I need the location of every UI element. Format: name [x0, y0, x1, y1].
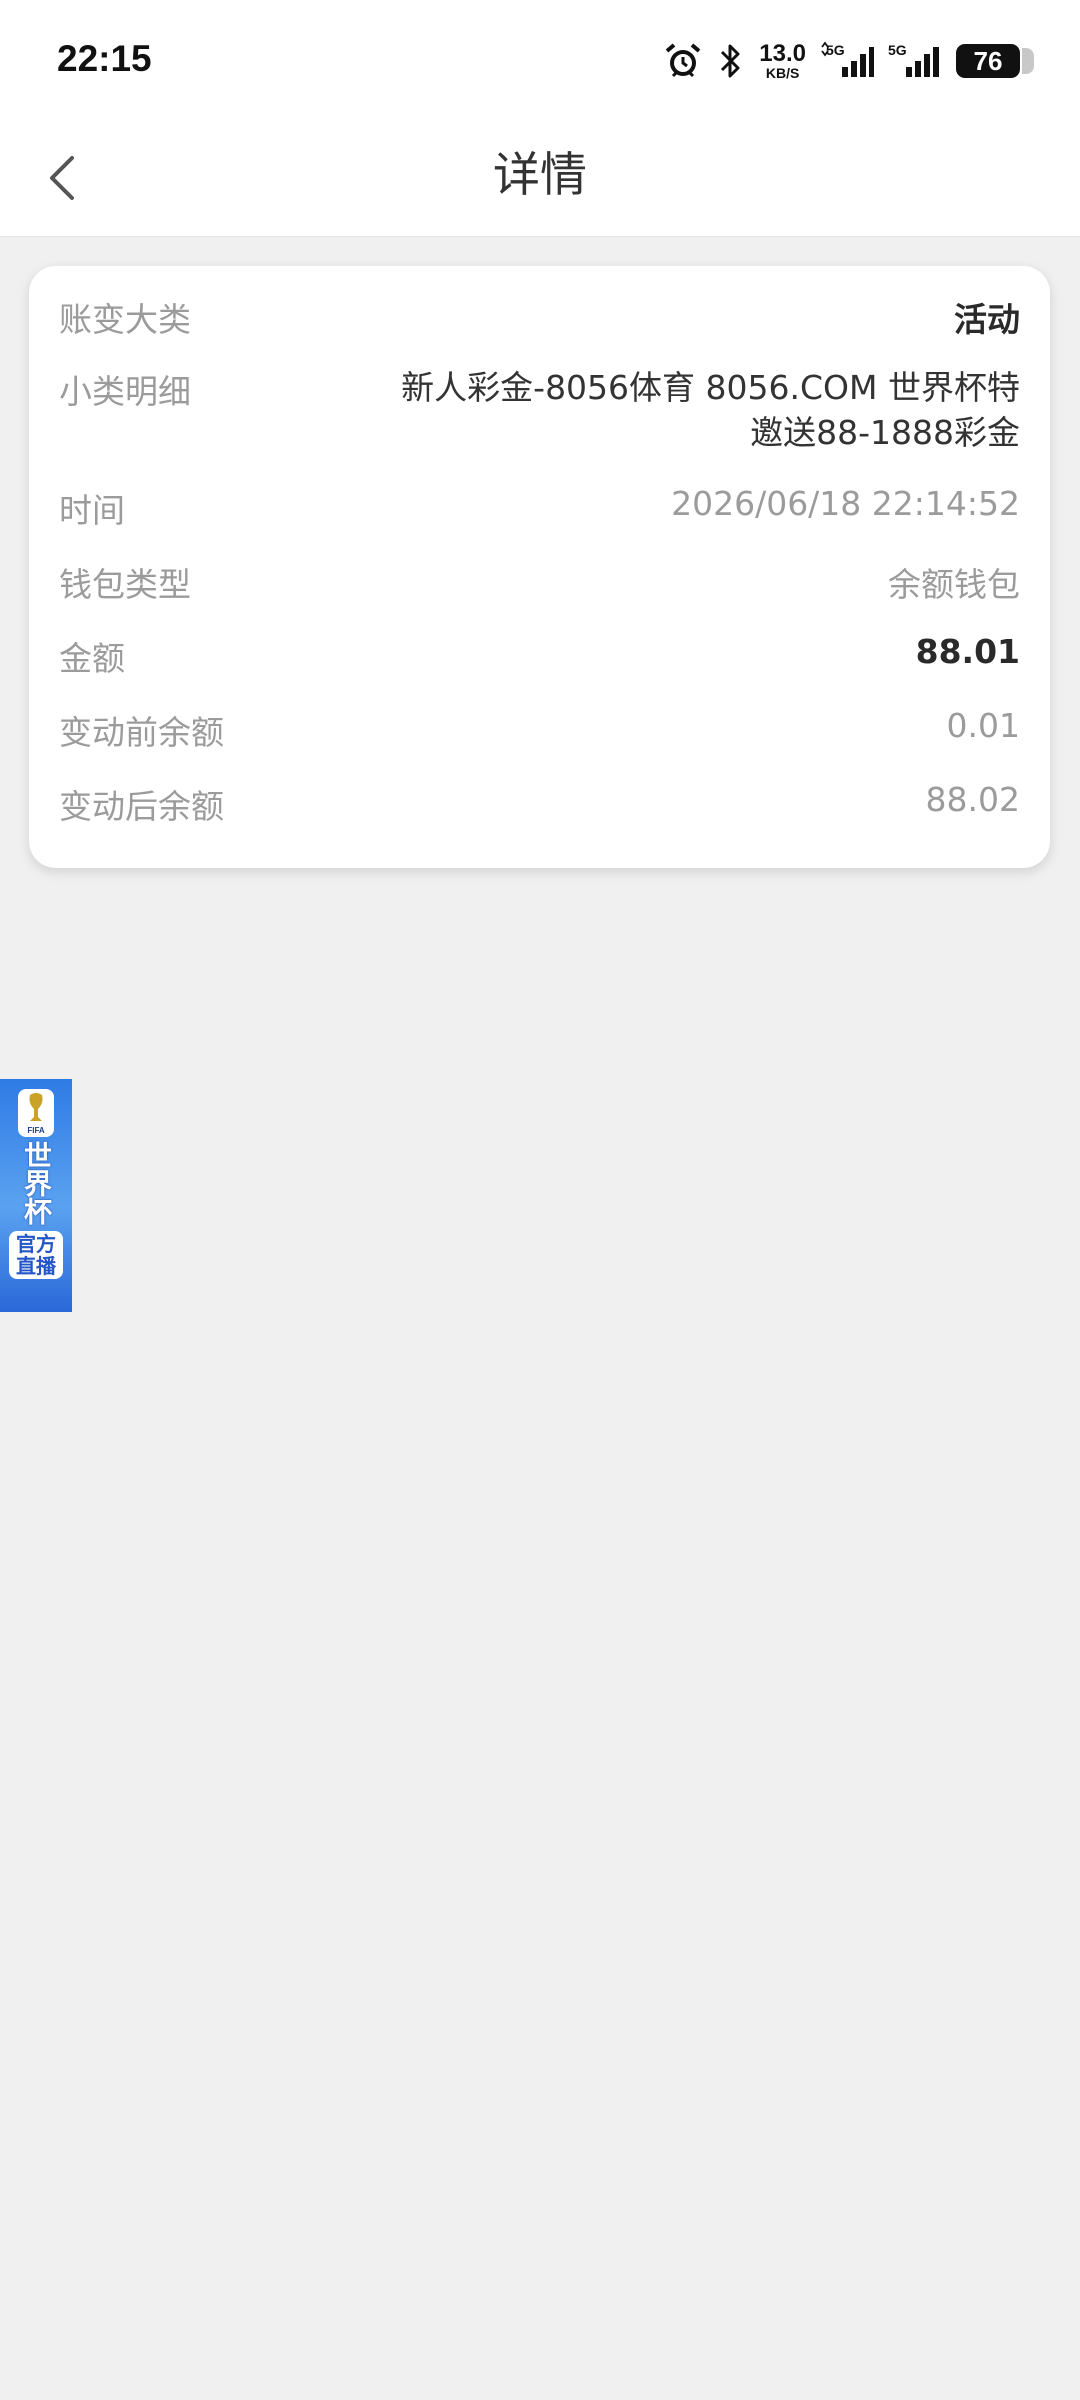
nav-bar: 详情: [0, 120, 1080, 237]
status-icons: 13.0 KB/S 5G 5G 76: [663, 36, 1034, 86]
world-cup-live-banner[interactable]: FIFA 世界杯 官方 直播: [0, 1079, 72, 1312]
detail-row-amount: 金额 88.01: [59, 632, 1020, 680]
detail-row-wallet-type: 钱包类型 余额钱包: [59, 558, 1020, 606]
svg-text:FIFA: FIFA: [27, 1126, 45, 1135]
network-speed: 13.0 KB/S: [759, 40, 806, 81]
detail-label: 时间: [59, 491, 125, 530]
banner-title: 世界杯: [20, 1141, 53, 1225]
signal-5g-icon: 5G: [820, 41, 874, 81]
battery-icon: 76: [956, 44, 1034, 78]
status-time: 22:15: [57, 38, 152, 79]
page-title: 详情: [493, 148, 587, 203]
svg-text:5G: 5G: [826, 42, 845, 58]
detail-label: 变动后余额: [59, 787, 224, 826]
detail-row-time: 时间 2026/06/18 22:14:52: [59, 484, 1020, 532]
detail-row-balance-before: 变动前余额 0.01: [59, 706, 1020, 754]
detail-card: 账变大类 活动 小类明细 新人彩金-8056体育 8056.COM 世界杯特 邀…: [29, 266, 1050, 868]
alarm-icon: [663, 41, 703, 81]
trophy-icon: FIFA: [18, 1089, 54, 1137]
detail-label: 金额: [59, 639, 125, 678]
detail-row-subcategory: 小类明细 新人彩金-8056体育 8056.COM 世界杯特 邀送88-1888…: [59, 365, 1020, 455]
detail-value: 2026/06/18 22:14:52: [671, 484, 1020, 523]
bluetooth-icon: [717, 41, 745, 81]
status-bar: 22:15 13.0 KB/S 5G 5G 76: [0, 0, 1080, 120]
detail-row-category: 账变大类 活动: [59, 293, 1020, 341]
signal-5g-icon-2: 5G: [888, 41, 942, 81]
detail-label: 钱包类型: [59, 565, 191, 604]
detail-value: 新人彩金-8056体育 8056.COM 世界杯特 邀送88-1888彩金: [401, 368, 1020, 452]
detail-value: 余额钱包: [888, 565, 1020, 604]
detail-value: 88.02: [925, 780, 1020, 819]
detail-label: 小类明细: [59, 372, 191, 411]
banner-tag: 官方 直播: [9, 1231, 63, 1279]
detail-row-balance-after: 变动后余额 88.02: [59, 780, 1020, 828]
detail-label: 变动前余额: [59, 713, 224, 752]
detail-value: 88.01: [915, 632, 1020, 671]
detail-value: 活动: [954, 300, 1020, 339]
detail-label: 账变大类: [59, 300, 191, 339]
detail-value: 0.01: [946, 706, 1020, 745]
svg-text:5G: 5G: [888, 42, 907, 58]
